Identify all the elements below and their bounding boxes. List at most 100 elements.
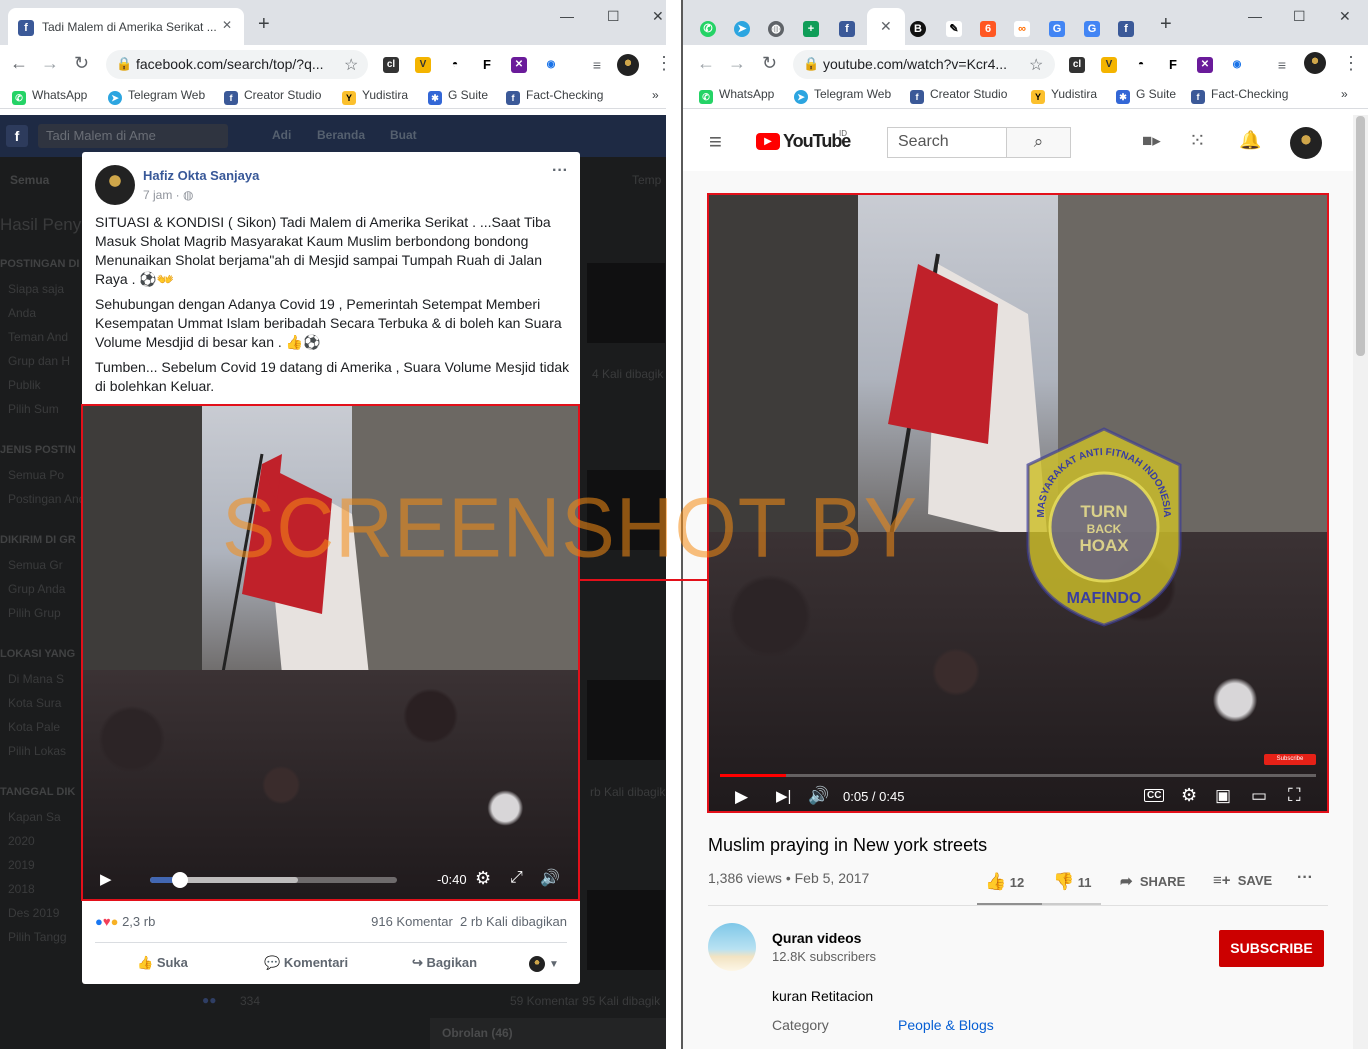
dim-chat-bar[interactable]: Obrolan (46) bbox=[430, 1018, 666, 1049]
author-avatar[interactable] bbox=[95, 165, 135, 205]
bookmark-yudistira[interactable]: Y Yudistira bbox=[1031, 87, 1097, 104]
comment-count[interactable]: 916 Komentar bbox=[371, 914, 453, 929]
share-count[interactable]: 2 rb Kali dibagikan bbox=[460, 914, 567, 929]
dim-filter-option[interactable]: Semua Gr bbox=[8, 558, 63, 572]
reactions-summary[interactable]: ●♥● 2,3 rb bbox=[95, 914, 155, 929]
account-avatar[interactable] bbox=[1290, 127, 1322, 159]
extension-icon[interactable]: ✕ bbox=[1197, 57, 1213, 73]
translate-tab-icon[interactable]: G bbox=[1049, 21, 1065, 37]
dim-filter-option[interactable]: Publik bbox=[8, 378, 41, 392]
tab-icon-six[interactable]: 6 bbox=[980, 21, 996, 37]
dim-filter-option[interactable]: Anda bbox=[8, 306, 36, 320]
dim-filter-option[interactable]: Pilih Tangg bbox=[8, 930, 67, 944]
dim-filter-option[interactable]: Di Mana S bbox=[8, 672, 64, 686]
fb-nav-home[interactable]: Beranda bbox=[317, 128, 365, 142]
share-button[interactable]: ↪ Bagikan bbox=[412, 955, 477, 971]
whatsapp-tab-icon[interactable]: ✆ bbox=[700, 21, 716, 37]
posting-as-avatar[interactable] bbox=[529, 956, 545, 972]
chevron-down-icon[interactable]: ▼ bbox=[549, 959, 559, 970]
post-time[interactable]: 7 jam · ◍ bbox=[143, 188, 194, 202]
dim-filter-option[interactable]: Pilih Grup bbox=[8, 606, 61, 620]
dim-filter-option[interactable]: Pilih Sum bbox=[8, 402, 59, 416]
apps-grid-icon[interactable]: ⁙ bbox=[1189, 128, 1206, 153]
close-window-icon[interactable]: ✕ bbox=[1339, 8, 1351, 25]
dim-filter-option[interactable]: Grup Anda bbox=[8, 582, 65, 596]
bookmark-whatsapp[interactable]: ✆ WhatsApp bbox=[12, 88, 87, 105]
category-link[interactable]: People & Blogs bbox=[898, 1017, 994, 1033]
channel-name[interactable]: Quran videos bbox=[772, 930, 861, 946]
forward-icon[interactable]: → bbox=[41, 53, 59, 73]
youtube-logo-icon[interactable]: ▶ bbox=[756, 133, 780, 150]
bold-tab-icon[interactable]: B bbox=[910, 21, 926, 37]
dislike-button[interactable]: 👎 11 bbox=[1053, 872, 1092, 892]
media-icon[interactable]: ≡ bbox=[1274, 57, 1290, 73]
maximize-icon[interactable]: ☐ bbox=[1293, 8, 1306, 25]
more-bookmarks-icon[interactable]: » bbox=[1341, 87, 1348, 101]
notifications-bell-icon[interactable]: 🔔 bbox=[1239, 130, 1261, 151]
extension-icon[interactable]: ◉ bbox=[543, 57, 559, 73]
more-options-icon[interactable]: ··· bbox=[1297, 869, 1313, 887]
bookmark-telegram[interactable]: ➤ Telegram Web bbox=[108, 88, 205, 105]
bookmark-gsuite[interactable]: ✱ G Suite bbox=[428, 88, 488, 105]
facebook-search-input[interactable]: Tadi Malem di Ame bbox=[38, 124, 228, 148]
close-tab-icon[interactable]: ✕ bbox=[880, 18, 892, 35]
extension-icon[interactable]: V bbox=[415, 57, 431, 73]
sheets-tab-icon[interactable]: + bbox=[803, 21, 819, 37]
save-button[interactable]: ≡+ SAVE bbox=[1213, 872, 1272, 889]
extension-icon[interactable]: cl bbox=[383, 57, 399, 73]
menu-dots-icon[interactable]: ⋮ bbox=[655, 53, 666, 73]
extension-icon[interactable]: ◓ bbox=[447, 57, 463, 73]
like-button[interactable]: 👍 Suka bbox=[137, 955, 188, 971]
dim-filter-option[interactable]: Pilih Lokas bbox=[8, 744, 66, 758]
fb-nav-profile[interactable]: Adi bbox=[272, 128, 291, 142]
dim-filter-option[interactable]: Kota Sura bbox=[8, 696, 61, 710]
bookmark-yudistira[interactable]: Y Yudistira bbox=[342, 88, 408, 105]
comment-button[interactable]: 💬 Komentari bbox=[264, 955, 348, 971]
new-tab-icon[interactable]: + bbox=[258, 14, 270, 34]
dim-filter-option[interactable]: Teman And bbox=[8, 330, 68, 344]
extension-icon[interactable]: F bbox=[479, 57, 495, 73]
extension-icon[interactable]: F bbox=[1165, 57, 1181, 73]
bookmark-telegram[interactable]: ➤ Telegram Web bbox=[794, 87, 891, 104]
extension-icon[interactable]: V bbox=[1101, 57, 1117, 73]
dim-filter-option[interactable]: Kota Pale bbox=[8, 720, 60, 734]
address-bar[interactable]: 🔒 youtube.com/watch?v=Kcr4... ☆ bbox=[793, 50, 1055, 79]
close-window-icon[interactable]: ✕ bbox=[652, 8, 664, 25]
tab-facebook[interactable]: f Tadi Malem di Amerika Serikat ... ✕ bbox=[8, 8, 244, 45]
fb-nav-create[interactable]: Buat bbox=[390, 128, 417, 142]
reload-icon[interactable]: ↻ bbox=[74, 53, 89, 73]
new-tab-icon[interactable]: + bbox=[1160, 14, 1172, 34]
bookmark-creator-studio[interactable]: f Creator Studio bbox=[910, 87, 1007, 104]
back-icon[interactable]: ← bbox=[10, 53, 28, 73]
channel-avatar[interactable] bbox=[708, 923, 756, 971]
extension-icon[interactable]: ✕ bbox=[511, 57, 527, 73]
extension-icon[interactable]: ◓ bbox=[1133, 57, 1149, 73]
minimize-icon[interactable]: — bbox=[1248, 8, 1262, 24]
close-tab-icon[interactable]: ✕ bbox=[222, 18, 232, 32]
subscribe-button[interactable]: SUBSCRIBE bbox=[1219, 930, 1324, 967]
infinity-tab-icon[interactable]: ∞ bbox=[1014, 21, 1030, 37]
bookmark-gsuite[interactable]: ✱ G Suite bbox=[1116, 87, 1176, 104]
translate-tab-icon[interactable]: G bbox=[1084, 21, 1100, 37]
like-button[interactable]: 👍 12 bbox=[985, 872, 1024, 892]
reload-icon[interactable]: ↻ bbox=[762, 53, 777, 73]
menu-dots-icon[interactable]: ⋮ bbox=[1342, 53, 1360, 73]
telegram-tab-icon[interactable]: ➤ bbox=[734, 21, 750, 37]
bookmark-star-icon[interactable]: ☆ bbox=[344, 55, 358, 75]
forward-icon[interactable]: → bbox=[728, 53, 746, 73]
create-video-icon[interactable]: ■▸ bbox=[1142, 131, 1161, 151]
share-button[interactable]: ➦ SHARE bbox=[1120, 872, 1185, 890]
tab-youtube-active[interactable]: ✕ bbox=[867, 8, 905, 45]
scrollbar-thumb[interactable] bbox=[1356, 116, 1365, 356]
hamburger-menu-icon[interactable]: ≡ bbox=[709, 129, 722, 155]
address-bar[interactable]: 🔒 facebook.com/search/top/?q... ☆ bbox=[106, 50, 368, 79]
extension-icon[interactable]: ◉ bbox=[1229, 57, 1245, 73]
dim-filter-option[interactable]: Kapan Sa bbox=[8, 810, 61, 824]
more-bookmarks-icon[interactable]: » bbox=[652, 88, 659, 102]
dim-filter-option[interactable]: Semua Po bbox=[8, 468, 64, 482]
pin-tab-icon[interactable]: ✎ bbox=[946, 21, 962, 37]
profile-avatar[interactable] bbox=[1304, 52, 1326, 74]
dim-filter-option[interactable]: Des 2019 bbox=[8, 906, 59, 920]
bookmark-fact-checking[interactable]: f Fact-Checking bbox=[506, 88, 603, 105]
search-input[interactable]: Search bbox=[887, 127, 1007, 158]
